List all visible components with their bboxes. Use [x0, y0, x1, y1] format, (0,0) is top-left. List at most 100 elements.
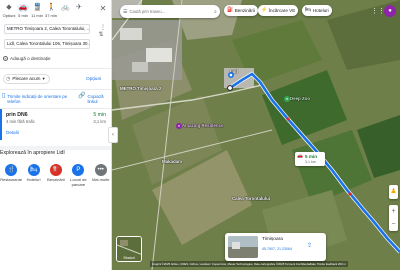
street-view-coords[interactable]: 45.7907, 21.23064 — [262, 247, 292, 251]
parking-icon: P — [72, 164, 85, 176]
building — [132, 62, 148, 72]
send-to-phone-label: Trimite indicații de orientare pe telefo… — [7, 94, 68, 105]
ev-charging-icon: ⚡ — [261, 7, 268, 13]
category-label: Locuri de parcare — [70, 177, 87, 187]
depart-label: Plecare acum — [12, 76, 41, 81]
travel-mode-label: 5 min — [18, 13, 28, 18]
chip-gas-stations[interactable]: ⛽ Benzinării — [224, 5, 258, 16]
plus-icon: + — [3, 56, 8, 61]
depart-now-dropdown[interactable]: ◷ Plecare acum ▾ — [3, 74, 50, 84]
route-time-callout[interactable]: 🚗 5 min 3,1 km — [295, 152, 325, 166]
traffic-dot — [348, 192, 352, 196]
building — [120, 28, 142, 40]
travel-mode-label: Opțiuni — [2, 13, 16, 18]
clock-icon: ◷ — [6, 76, 11, 82]
directions-icon: ◆ — [6, 4, 12, 11]
destination-input[interactable]: Lidl, Calea Torontalului 106, Timișoara … — [4, 39, 90, 49]
category-label: Benzinării — [47, 177, 65, 182]
lodging-pin-icon[interactable]: ● — [176, 123, 182, 129]
account-avatar[interactable]: ● — [384, 5, 396, 17]
travel-mode-directions[interactable]: ◆ Opțiuni — [2, 4, 16, 22]
zoom-out-button[interactable]: − — [389, 218, 398, 231]
route-details-link[interactable]: Detalii — [6, 130, 19, 135]
divider — [0, 89, 111, 90]
gas-station-icon: ⛽ — [227, 7, 234, 13]
category-label: Hoteluri — [26, 177, 41, 182]
search-icon[interactable]: ⌕ — [214, 9, 220, 15]
chip-label: Hoteluri — [312, 8, 329, 13]
building — [146, 48, 172, 62]
category-restaurant[interactable]: 🍴 Restaurante — [0, 164, 23, 187]
place-label-amazing-residence[interactable]: Amazing Residence — [182, 123, 223, 128]
shop-pin-icon[interactable]: ◼ — [228, 72, 234, 78]
category-more[interactable]: ••• Mai multe — [91, 164, 111, 187]
copy-link-button[interactable]: 🔗 Copiază linkul — [78, 93, 108, 105]
copy-link-label: Copiază linkul — [87, 94, 104, 105]
route-via: prin DN6 — [6, 112, 28, 118]
route-start-marker[interactable] — [227, 85, 233, 91]
hotel-icon: 🛏 — [305, 7, 312, 13]
map-canvas[interactable]: METRO Timișoara 2 Amazing Residence Maka… — [112, 0, 400, 270]
options-link[interactable]: Opțiuni — [86, 77, 101, 82]
category-hotel[interactable]: 🛏 Hoteluri — [24, 164, 44, 187]
route-time: 5 min — [93, 112, 106, 118]
car-icon: 🚗 — [17, 4, 29, 12]
place-label-makadam[interactable]: Makadam — [162, 159, 182, 164]
park-pin-icon[interactable]: ● — [284, 96, 290, 102]
send-to-phone-link[interactable]: ▯ Trimite indicații de orientare pe tele… — [2, 93, 76, 105]
travel-mode-label: 11 min — [31, 13, 43, 18]
collapse-panel-button[interactable]: ‹ — [108, 127, 118, 143]
travel-mode-car[interactable]: 🚗 5 min — [16, 4, 30, 22]
traffic-dot — [286, 117, 290, 121]
callout-time: 5 min — [305, 154, 317, 159]
phone-icon: ▯ — [2, 93, 6, 99]
flight-icon: ✈ — [76, 4, 82, 11]
chevron-down-icon: ▾ — [42, 76, 45, 81]
category-parking[interactable]: P Locuri de parcare — [68, 164, 88, 187]
chip-label: Încărcare VE — [268, 8, 296, 13]
category-label: Mai multe — [92, 177, 110, 182]
gas-station-icon: ⛽ — [49, 164, 62, 176]
travel-mode-transit[interactable]: 🚆 11 min — [30, 4, 44, 22]
origin-input[interactable]: METRO Timișoara 2, Calea Torontalului, .… — [4, 24, 90, 34]
route-subtitle: 4 min fără trafic — [6, 119, 35, 124]
car-icon: 🚗 — [297, 154, 303, 159]
building — [224, 68, 254, 88]
place-label-extra[interactable]: Deep Zoo — [290, 96, 310, 101]
explore-nearby-title: Explorează în apropiere Lidl — [0, 150, 65, 156]
travel-mode-bike[interactable]: 🚲 — [58, 4, 72, 22]
restaurant-icon: 🍴 — [5, 164, 18, 176]
chip-ev-charging[interactable]: ⚡ Încărcare VE — [258, 5, 299, 16]
layers-button[interactable]: Straturi — [116, 236, 142, 262]
layers-label: Straturi — [123, 256, 135, 260]
chip-label: Benzinării — [234, 8, 255, 13]
travel-mode-walk[interactable]: 🚶 37 min — [44, 4, 58, 22]
category-label: Restaurante — [0, 177, 23, 182]
map-attribution: Imagini ©2025 Airbus, CNES / Airbus, Lan… — [150, 261, 348, 267]
street-view-title: Timișoara — [262, 237, 283, 242]
category-gas-station[interactable]: ⛽ Benzinării — [46, 164, 66, 187]
close-icon[interactable]: ✕ — [99, 5, 107, 13]
pegman-icon[interactable]: ♟ — [389, 185, 398, 199]
route-search-input[interactable]: Caută prin traseu... — [129, 9, 212, 14]
chip-hotels[interactable]: 🛏 Hoteluri — [302, 5, 332, 16]
street-view-thumbnail[interactable] — [228, 236, 258, 258]
add-destination-button[interactable]: + Adaugă o destinație — [3, 56, 51, 61]
hotel-icon: 🛏 — [27, 164, 40, 176]
walk-icon: 🚶 — [47, 4, 56, 11]
street-view-card[interactable]: Timișoara 45.7907, 21.23064 ⇪ — [225, 233, 326, 261]
travel-mode-flight[interactable]: ✈ — [72, 4, 86, 22]
place-label-metro[interactable]: METRO Timișoara 2 — [120, 86, 161, 91]
route-option[interactable]: prin DN6 4 min fără trafic 5 min 3,1 km … — [0, 109, 111, 140]
swap-icon[interactable]: ⇅ — [97, 31, 105, 39]
directions-panel: ◆ Opțiuni 🚗 5 min 🚆 11 min 🚶 37 min 🚲 ✈ ✕ METRO T… — [0, 0, 112, 270]
transit-icon: 🚆 — [33, 4, 42, 11]
zoom-in-button[interactable]: + — [389, 205, 398, 218]
callout-distance: 3,1 km — [305, 160, 316, 164]
route-search-box[interactable]: ☰ Caută prin traseu... ⌕ — [120, 5, 220, 18]
travel-modes: ◆ Opțiuni 🚗 5 min 🚆 11 min 🚶 37 min 🚲 ✈ — [2, 4, 110, 22]
apps-grid-icon[interactable]: ⋮⋮ — [371, 7, 385, 15]
menu-icon[interactable]: ☰ — [123, 9, 127, 15]
share-icon[interactable]: ⇪ — [307, 242, 312, 249]
more-icon: ••• — [94, 164, 107, 176]
